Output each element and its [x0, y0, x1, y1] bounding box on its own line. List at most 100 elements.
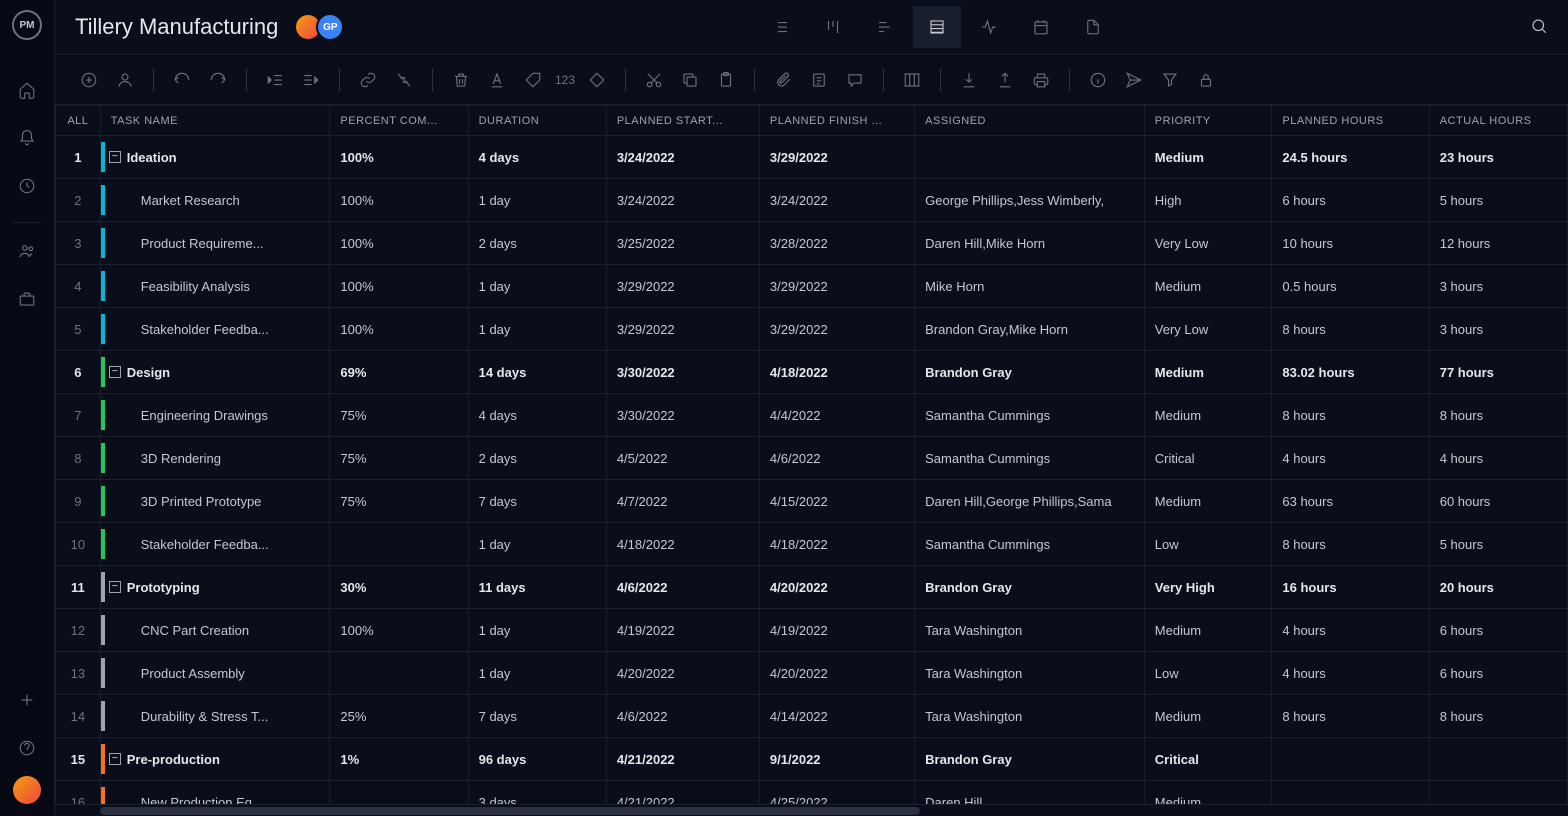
cell-assigned[interactable]: Brandon Gray — [915, 566, 1145, 609]
cell-priority[interactable]: Critical — [1144, 437, 1272, 480]
unlink-icon[interactable] — [390, 66, 418, 94]
table-row[interactable]: 5Stakeholder Feedba...100%1 day3/29/2022… — [56, 308, 1568, 351]
col-header-name[interactable]: TASK NAME — [100, 106, 330, 136]
cell-assigned[interactable]: Daren Hill,George Phillips,Sama — [915, 480, 1145, 523]
cell-finish[interactable]: 4/20/2022 — [759, 566, 914, 609]
row-number[interactable]: 11 — [56, 566, 101, 609]
row-number[interactable]: 7 — [56, 394, 101, 437]
cell-acthrs[interactable]: 6 hours — [1429, 609, 1567, 652]
cell-acthrs[interactable]: 12 hours — [1429, 222, 1567, 265]
import-icon[interactable] — [955, 66, 983, 94]
cell-dur[interactable]: 1 day — [468, 265, 606, 308]
cell-acthrs[interactable]: 8 hours — [1429, 695, 1567, 738]
cell-acthrs[interactable]: 4 hours — [1429, 437, 1567, 480]
cell-priority[interactable]: Low — [1144, 652, 1272, 695]
team-icon[interactable] — [7, 231, 47, 271]
cell-start[interactable]: 4/5/2022 — [606, 437, 759, 480]
cell-task-name[interactable]: 3D Printed Prototype — [100, 480, 330, 523]
collapse-icon[interactable]: − — [109, 753, 121, 765]
assign-person-icon[interactable] — [111, 66, 139, 94]
row-number[interactable]: 15 — [56, 738, 101, 781]
table-row[interactable]: 16New Production Eq...3 days4/21/20224/2… — [56, 781, 1568, 805]
row-number[interactable]: 1 — [56, 136, 101, 179]
cell-priority[interactable]: Medium — [1144, 136, 1272, 179]
col-header-num[interactable]: ALL — [56, 106, 101, 136]
table-row[interactable]: 14Durability & Stress T...25%7 days4/6/2… — [56, 695, 1568, 738]
cell-start[interactable]: 3/29/2022 — [606, 265, 759, 308]
cell-task-name[interactable]: Stakeholder Feedba... — [100, 308, 330, 351]
view-file-icon[interactable] — [1069, 6, 1117, 48]
cell-start[interactable]: 4/19/2022 — [606, 609, 759, 652]
cell-acthrs[interactable]: 60 hours — [1429, 480, 1567, 523]
cell-priority[interactable]: Critical — [1144, 738, 1272, 781]
user-avatar[interactable] — [13, 776, 41, 804]
cell-acthrs[interactable]: 6 hours — [1429, 652, 1567, 695]
cell-finish[interactable]: 9/1/2022 — [759, 738, 914, 781]
cell-dur[interactable]: 96 days — [468, 738, 606, 781]
cell-start[interactable]: 4/21/2022 — [606, 781, 759, 805]
table-row[interactable]: 12CNC Part Creation100%1 day4/19/20224/1… — [56, 609, 1568, 652]
outdent-icon[interactable] — [261, 66, 289, 94]
cell-pct[interactable]: 100% — [330, 609, 468, 652]
cell-finish[interactable]: 3/29/2022 — [759, 265, 914, 308]
cell-priority[interactable]: Low — [1144, 523, 1272, 566]
cell-planhrs[interactable] — [1272, 738, 1429, 781]
cell-planhrs[interactable]: 8 hours — [1272, 523, 1429, 566]
cell-start[interactable]: 4/20/2022 — [606, 652, 759, 695]
task-grid[interactable]: ALL TASK NAME PERCENT COM... DURATION PL… — [55, 105, 1568, 804]
collapse-icon[interactable]: − — [109, 581, 121, 593]
cell-pct[interactable]: 69% — [330, 351, 468, 394]
avatar-group[interactable]: GP — [294, 13, 344, 41]
cell-pct[interactable]: 25% — [330, 695, 468, 738]
cell-dur[interactable]: 3 days — [468, 781, 606, 805]
cell-planhrs[interactable]: 83.02 hours — [1272, 351, 1429, 394]
row-number[interactable]: 9 — [56, 480, 101, 523]
cell-pct[interactable] — [330, 781, 468, 805]
add-circle-icon[interactable] — [75, 66, 103, 94]
cell-priority[interactable]: Medium — [1144, 394, 1272, 437]
cell-planhrs[interactable]: 6 hours — [1272, 179, 1429, 222]
cell-pct[interactable] — [330, 523, 468, 566]
cell-acthrs[interactable]: 20 hours — [1429, 566, 1567, 609]
col-header-actual-hours[interactable]: ACTUAL HOURS — [1429, 106, 1567, 136]
col-header-finish[interactable]: PLANNED FINISH ... — [759, 106, 914, 136]
cell-task-name[interactable]: Product Assembly — [100, 652, 330, 695]
table-row[interactable]: 7Engineering Drawings75%4 days3/30/20224… — [56, 394, 1568, 437]
cell-acthrs[interactable]: 8 hours — [1429, 394, 1567, 437]
row-number[interactable]: 3 — [56, 222, 101, 265]
cell-acthrs[interactable] — [1429, 781, 1567, 805]
view-activity-icon[interactable] — [965, 6, 1013, 48]
cell-pct[interactable]: 100% — [330, 308, 468, 351]
table-row[interactable]: 83D Rendering75%2 days4/5/20224/6/2022Sa… — [56, 437, 1568, 480]
table-row[interactable]: 10Stakeholder Feedba...1 day4/18/20224/1… — [56, 523, 1568, 566]
cell-start[interactable]: 4/7/2022 — [606, 480, 759, 523]
cell-assigned[interactable]: Tara Washington — [915, 695, 1145, 738]
cell-start[interactable]: 4/6/2022 — [606, 695, 759, 738]
table-row[interactable]: 93D Printed Prototype75%7 days4/7/20224/… — [56, 480, 1568, 523]
cell-start[interactable]: 3/24/2022 — [606, 136, 759, 179]
cell-planhrs[interactable]: 8 hours — [1272, 394, 1429, 437]
cell-acthrs[interactable] — [1429, 738, 1567, 781]
col-header-assigned[interactable]: ASSIGNED — [915, 106, 1145, 136]
view-list-icon[interactable] — [757, 6, 805, 48]
cell-finish[interactable]: 3/28/2022 — [759, 222, 914, 265]
cell-pct[interactable]: 100% — [330, 265, 468, 308]
collapse-icon[interactable]: − — [109, 366, 121, 378]
cell-assigned[interactable]: Brandon Gray — [915, 351, 1145, 394]
tag-icon[interactable] — [519, 66, 547, 94]
paste-icon[interactable] — [712, 66, 740, 94]
cell-finish[interactable]: 4/19/2022 — [759, 609, 914, 652]
cell-task-name[interactable]: −Design — [100, 351, 330, 394]
cell-priority[interactable]: Medium — [1144, 351, 1272, 394]
col-header-percent[interactable]: PERCENT COM... — [330, 106, 468, 136]
cell-planhrs[interactable]: 4 hours — [1272, 437, 1429, 480]
link-icon[interactable] — [354, 66, 382, 94]
send-icon[interactable] — [1120, 66, 1148, 94]
table-row[interactable]: 13Product Assembly1 day4/20/20224/20/202… — [56, 652, 1568, 695]
cell-start[interactable]: 3/30/2022 — [606, 394, 759, 437]
note-icon[interactable] — [805, 66, 833, 94]
cell-dur[interactable]: 1 day — [468, 609, 606, 652]
cell-finish[interactable]: 4/18/2022 — [759, 523, 914, 566]
cell-planhrs[interactable]: 8 hours — [1272, 695, 1429, 738]
cell-dur[interactable]: 1 day — [468, 179, 606, 222]
